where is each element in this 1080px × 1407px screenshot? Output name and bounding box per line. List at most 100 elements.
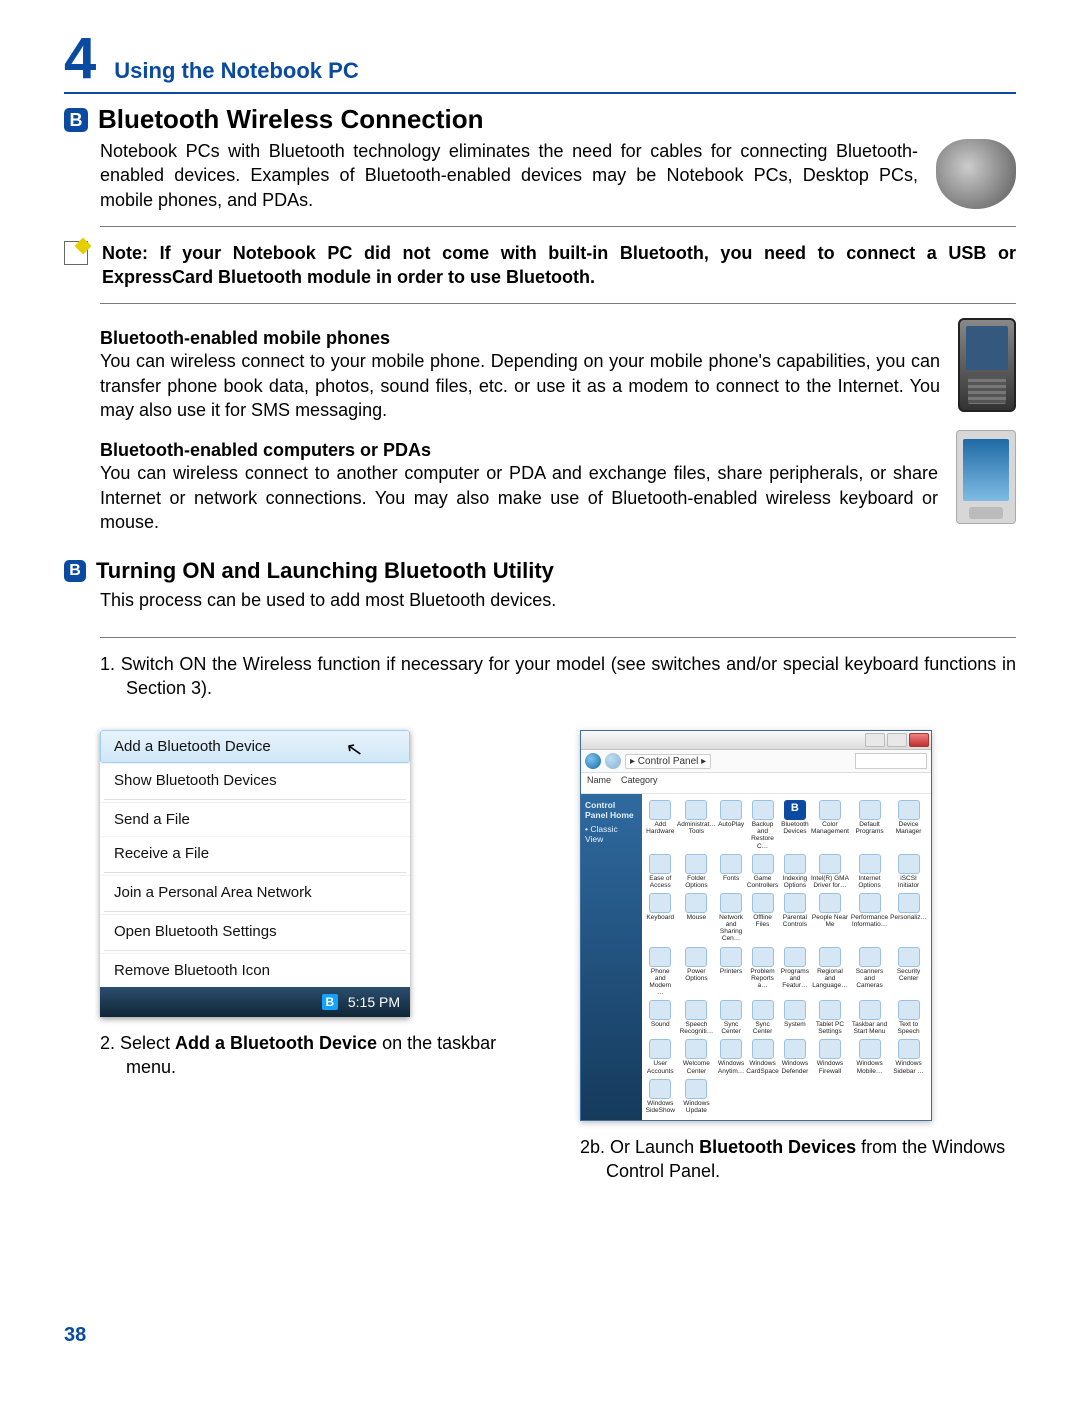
control-panel-item[interactable]: Speech Recogniti… (677, 1000, 716, 1035)
control-panel-item[interactable]: Offline Files (746, 893, 779, 943)
control-panel-item[interactable]: Indexing Options (781, 854, 809, 889)
control-panel-item[interactable]: Parental Controls (781, 893, 809, 943)
menu-separator (104, 911, 406, 912)
control-panel-item[interactable]: Default Programs (851, 800, 888, 850)
menu-separator (104, 799, 406, 800)
control-panel-item-label: Intel(R) GMA Driver for… (811, 875, 849, 889)
control-panel-item[interactable]: Performance Informatio… (851, 893, 888, 943)
control-panel-item[interactable]: Power Options (677, 947, 716, 997)
control-panel-item[interactable]: Windows CardSpace (746, 1039, 779, 1074)
control-panel-item[interactable]: Fonts (718, 854, 744, 889)
control-panel-item-icon (752, 1039, 774, 1059)
control-panel-item[interactable]: Administrat… Tools (677, 800, 716, 850)
control-panel-item-label: Mouse (677, 914, 716, 921)
nav-back-icon[interactable] (585, 753, 601, 769)
control-panel-item[interactable]: Sound (646, 1000, 675, 1035)
menu-item-show-devices[interactable]: Show Bluetooth Devices (100, 763, 410, 797)
control-panel-grid: Add HardwareAdministrat… ToolsAutoPlayBa… (642, 794, 931, 1120)
control-panel-item-icon (649, 893, 671, 913)
control-panel-item[interactable]: Windows Anytim… (718, 1039, 744, 1074)
control-panel-item[interactable]: Folder Options (677, 854, 716, 889)
note-text: Note: If your Notebook PC did not come w… (102, 241, 1016, 290)
control-panel-item-label: Color Management (811, 821, 849, 835)
control-panel-item-icon (685, 1039, 707, 1059)
control-panel-item-label: Security Center (890, 968, 927, 982)
control-panel-item[interactable]: Keyboard (646, 893, 675, 943)
control-panel-item[interactable]: System (781, 1000, 809, 1035)
menu-item-label: Send a File (114, 811, 190, 828)
sidebar-item-classic-view[interactable]: • Classic View (585, 824, 638, 844)
control-panel-item-icon (720, 800, 742, 820)
pda-image (956, 430, 1016, 524)
control-panel-item-label: Tablet PC Settings (811, 1021, 849, 1035)
control-panel-item-icon (649, 854, 671, 874)
window-titlebar (581, 731, 931, 750)
page-number: 38 (64, 1324, 1016, 1347)
close-button[interactable] (909, 733, 929, 747)
control-panel-item[interactable]: iSCSI Initiator (890, 854, 927, 889)
control-panel-item[interactable]: Windows Mobile… (851, 1039, 888, 1074)
menu-item-join-pan[interactable]: Join a Personal Area Network (100, 875, 410, 909)
sidebar-heading: Control Panel Home (585, 800, 638, 820)
control-panel-item[interactable]: Windows Update (677, 1079, 716, 1114)
control-panel-item[interactable]: Game Controllers (746, 854, 779, 889)
control-panel-item-icon (752, 800, 774, 820)
control-panel-item[interactable]: Bluetooth Devices (781, 800, 809, 850)
menu-item-remove-icon[interactable]: Remove Bluetooth Icon (100, 953, 410, 987)
control-panel-item-label: User Accounts (646, 1060, 675, 1074)
control-panel-item-label: Windows SideShow (646, 1100, 675, 1114)
menu-item-open-settings[interactable]: Open Bluetooth Settings (100, 914, 410, 948)
control-panel-item[interactable]: Scanners and Cameras (851, 947, 888, 997)
control-panel-item[interactable]: People Near Me (811, 893, 849, 943)
control-panel-item-icon (685, 1000, 707, 1020)
control-panel-item[interactable]: Add Hardware (646, 800, 675, 850)
control-panel-item-label: Offline Files (746, 914, 779, 928)
control-panel-item[interactable]: Programs and Featur… (781, 947, 809, 997)
control-panel-item-label: Folder Options (677, 875, 716, 889)
control-panel-item[interactable]: Windows Sidebar … (890, 1039, 927, 1074)
control-panel-item[interactable]: Welcome Center (677, 1039, 716, 1074)
menu-item-receive-file[interactable]: Receive a File (100, 836, 410, 870)
control-panel-item[interactable]: Network and Sharing Cen… (718, 893, 744, 943)
control-panel-item[interactable]: Windows SideShow (646, 1079, 675, 1114)
sidebar: Control Panel Home • Classic View (581, 794, 642, 1120)
control-panel-item[interactable]: User Accounts (646, 1039, 675, 1074)
control-panel-item-icon (649, 1000, 671, 1020)
control-panel-item[interactable]: Sync Center (718, 1000, 744, 1035)
control-panel-item[interactable]: Sync Center (746, 1000, 779, 1035)
breadcrumb[interactable]: ▸ Control Panel ▸ (625, 754, 711, 769)
control-panel-item[interactable]: Text to Speech (890, 1000, 927, 1035)
control-panel-item[interactable]: Phone and Modem … (646, 947, 675, 997)
control-panel-item[interactable]: Taskbar and Start Menu (851, 1000, 888, 1035)
control-panel-item-label: System (781, 1021, 809, 1028)
control-panel-item[interactable]: Internet Options (851, 854, 888, 889)
search-input[interactable] (855, 753, 927, 769)
sort-category[interactable]: Category (621, 775, 658, 791)
control-panel-item-label: Text to Speech (890, 1021, 927, 1035)
control-panel-item[interactable]: Windows Defender (781, 1039, 809, 1074)
control-panel-item[interactable]: Backup and Restore C… (746, 800, 779, 850)
control-panel-item[interactable]: Tablet PC Settings (811, 1000, 849, 1035)
nav-forward-icon[interactable] (605, 753, 621, 769)
sort-name[interactable]: Name (587, 775, 611, 791)
control-panel-item[interactable]: Device Manager (890, 800, 927, 850)
control-panel-item[interactable]: AutoPlay (718, 800, 744, 850)
minimize-button[interactable] (865, 733, 885, 747)
menu-item-add-device[interactable]: Add a Bluetooth Device ↖ (100, 730, 410, 763)
control-panel-item[interactable]: Intel(R) GMA Driver for… (811, 854, 849, 889)
bluetooth-tray-icon[interactable]: B (322, 994, 338, 1010)
control-panel-item[interactable]: Printers (718, 947, 744, 997)
control-panel-item[interactable]: Color Management (811, 800, 849, 850)
control-panel-item[interactable]: Personaliz… (890, 893, 927, 943)
control-panel-item-label: Windows Mobile… (851, 1060, 888, 1074)
menu-item-send-file[interactable]: Send a File (100, 802, 410, 836)
control-panel-item[interactable]: Regional and Language… (811, 947, 849, 997)
control-panel-item-icon (784, 800, 806, 820)
control-panel-item-label: Performance Informatio… (851, 914, 888, 928)
control-panel-item[interactable]: Problem Reports a… (746, 947, 779, 997)
control-panel-item[interactable]: Mouse (677, 893, 716, 943)
control-panel-item[interactable]: Windows Firewall (811, 1039, 849, 1074)
maximize-button[interactable] (887, 733, 907, 747)
control-panel-item[interactable]: Ease of Access (646, 854, 675, 889)
control-panel-item[interactable]: Security Center (890, 947, 927, 997)
